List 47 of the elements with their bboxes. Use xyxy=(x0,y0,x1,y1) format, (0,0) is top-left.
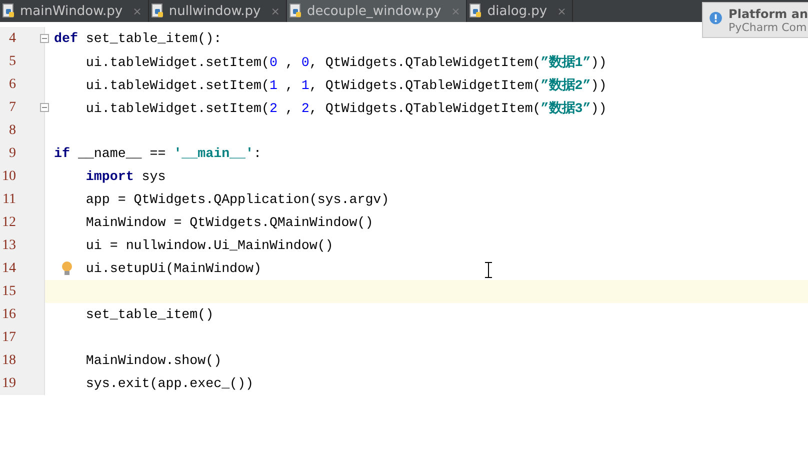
code-line: ui.setupUi(MainWindow) xyxy=(86,261,262,276)
line-number: 12 xyxy=(1,214,16,230)
line-number: 5 xyxy=(8,54,16,70)
fold-marker-icon[interactable] xyxy=(40,103,49,112)
code-line: set_table_item() xyxy=(86,307,214,322)
text-cursor-icon xyxy=(485,262,492,278)
line-number: 4 xyxy=(8,30,16,46)
close-icon[interactable]: × xyxy=(557,4,566,18)
line-number: 17 xyxy=(1,330,16,346)
lightbulb-icon[interactable] xyxy=(61,261,73,276)
code-line: if __name__ == '__main__': xyxy=(54,146,262,161)
notification-title: Platform an xyxy=(728,7,808,21)
line-number: 13 xyxy=(1,238,16,254)
line-number: 18 xyxy=(1,352,16,368)
notification-subtitle: PyCharm Com xyxy=(728,21,808,34)
code-line: app = QtWidgets.QApplication(sys.argv) xyxy=(86,192,390,207)
line-number: 15 xyxy=(1,284,16,300)
python-file-icon xyxy=(150,3,165,19)
line-number: 9 xyxy=(8,146,16,162)
line-number: 7 xyxy=(8,100,16,116)
file-tab[interactable]: decouple_window.py × xyxy=(286,0,468,22)
code-line: ui = nullwindow.Ui_MainWindow() xyxy=(86,238,334,253)
close-icon[interactable]: × xyxy=(132,4,142,18)
line-number: 16 xyxy=(1,306,16,322)
code-line: MainWindow.show() xyxy=(86,353,222,368)
close-icon[interactable]: × xyxy=(270,4,280,18)
file-tab[interactable]: mainWindow.py × xyxy=(0,0,149,22)
line-number: 6 xyxy=(8,76,16,92)
code-line: sys.exit(app.exec_()) xyxy=(86,376,254,391)
line-number: 10 xyxy=(1,168,16,184)
code-line: import sys xyxy=(86,169,166,184)
code-line: def set_table_item(): xyxy=(54,31,222,46)
line-number: 14 xyxy=(1,260,16,276)
python-file-icon xyxy=(2,3,16,19)
notification-popup[interactable]: Platform an PyCharm Com xyxy=(702,2,808,38)
code-line: ui.tableWidget.setItem(0 , 0, QtWidgets.QTableWidgetItem(”数据1”)) xyxy=(86,54,607,70)
line-number: 11 xyxy=(2,192,16,208)
python-file-icon xyxy=(469,3,484,19)
code-line: MainWindow = QtWidgets.QMainWindow() xyxy=(86,215,374,230)
line-number: 19 xyxy=(1,376,16,392)
file-tab[interactable]: dialog.py × xyxy=(467,0,574,22)
line-number: 8 xyxy=(8,122,16,138)
code-line: ui.tableWidget.setItem(1 , 1, QtWidgets.QTableWidgetItem(”数据2”)) xyxy=(86,76,607,94)
fold-marker-icon[interactable] xyxy=(40,34,49,43)
file-tab[interactable]: nullwindow.py × xyxy=(148,0,287,22)
code-line: ui.tableWidget.setItem(2 , 2, QtWidgets.QTableWidgetItem(”数据3”)) xyxy=(86,100,607,116)
python-file-icon xyxy=(288,3,303,19)
